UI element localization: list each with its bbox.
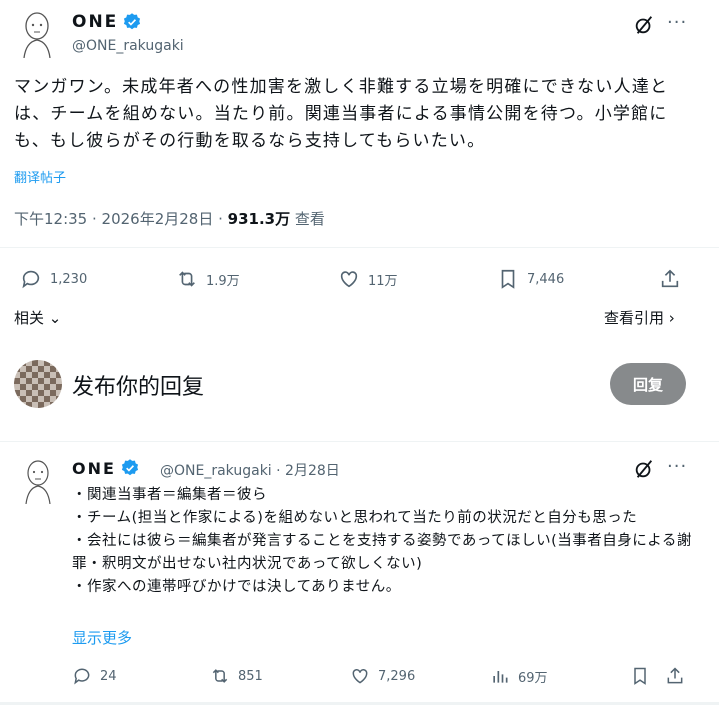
views-count: 931.3万 bbox=[227, 210, 291, 228]
reply-display-name[interactable]: ONE bbox=[72, 458, 140, 478]
timestamp-text[interactable]: 下午12:35 · 2026年2月28日 · bbox=[14, 210, 228, 228]
more-options-icon[interactable]: ··· bbox=[667, 12, 687, 33]
grok-icon[interactable] bbox=[633, 14, 655, 36]
grok-icon[interactable] bbox=[633, 458, 655, 480]
like-button[interactable]: 11万 bbox=[338, 268, 398, 290]
reply-icon bbox=[74, 668, 90, 685]
share-button[interactable] bbox=[665, 666, 685, 686]
bookmark-count: 7,446 bbox=[527, 271, 565, 287]
chevron-down-icon: ⌄ bbox=[44, 309, 62, 327]
user-avatar[interactable] bbox=[14, 360, 62, 408]
view-quotes-link[interactable]: 查看引用 › bbox=[604, 307, 675, 328]
tweet-text: マンガワン。未成年者への性加害を激しく非難する立場を明確にできない人達とは、チー… bbox=[14, 77, 669, 151]
bookmark-icon bbox=[501, 269, 515, 289]
reply-text: ・関連当事者＝編集者＝彼ら ・チーム(担当と作家による)を組めないと思われて当た… bbox=[72, 484, 692, 599]
reply-line: ・会社には彼ら＝編集者が発言することを支持する姿勢であってほしい(当事者自身によ… bbox=[72, 533, 692, 572]
like-count: 11万 bbox=[368, 273, 398, 289]
retweet-count: 851 bbox=[238, 668, 263, 684]
retweet-count: 1.9万 bbox=[206, 273, 240, 289]
like-count: 7,296 bbox=[378, 668, 416, 684]
submit-reply-button[interactable]: 回复 bbox=[610, 363, 686, 405]
bookmark-button[interactable] bbox=[630, 666, 650, 686]
divider bbox=[0, 247, 719, 248]
reply-line: ・作家への連帯呼びかけでは決してありません。 bbox=[72, 579, 401, 595]
show-more-link[interactable]: 显示更多 bbox=[72, 627, 132, 648]
reply-author-avatar[interactable] bbox=[18, 458, 58, 504]
tweet-timestamp[interactable]: 下午12:35 · 2026年2月28日 · 931.3万 查看 bbox=[14, 208, 325, 229]
reply-input[interactable]: 发布你的回复 bbox=[72, 369, 204, 401]
retweet-icon bbox=[212, 669, 228, 683]
view-quotes-label: 查看引用 bbox=[604, 309, 665, 327]
views-label: 查看 bbox=[290, 210, 325, 228]
more-options-icon[interactable]: ··· bbox=[667, 456, 687, 477]
display-name[interactable]: ONE bbox=[72, 12, 142, 32]
reply-line: ・関連当事者＝編集者＝彼ら bbox=[72, 487, 267, 503]
retweet-icon bbox=[179, 271, 195, 287]
reply-line: ・チーム(担当と作家による)を組めないと思われて当たり前の状況だと自分も思った bbox=[72, 510, 638, 526]
share-button[interactable] bbox=[659, 268, 681, 290]
retweet-button[interactable]: 1.9万 bbox=[176, 268, 240, 290]
reply-icon bbox=[22, 270, 40, 289]
heart-icon bbox=[352, 668, 368, 684]
translate-link[interactable]: 翻译帖子 bbox=[14, 167, 66, 186]
verified-badge-icon bbox=[121, 459, 139, 476]
divider bbox=[0, 441, 719, 442]
analytics-icon bbox=[493, 671, 508, 683]
related-label: 相关 bbox=[14, 309, 45, 327]
reply-button[interactable]: 1,230 bbox=[20, 268, 87, 290]
reply-count: 24 bbox=[100, 668, 117, 684]
share-icon bbox=[667, 667, 683, 684]
reply-count: 1,230 bbox=[50, 271, 88, 287]
reply-button[interactable]: 24 bbox=[72, 666, 117, 686]
reply-display-name-text[interactable]: ONE bbox=[72, 459, 116, 478]
heart-icon bbox=[340, 271, 358, 288]
related-dropdown[interactable]: 相关 ⌄ bbox=[14, 307, 61, 328]
retweet-button[interactable]: 851 bbox=[210, 666, 263, 686]
bookmark-icon bbox=[634, 667, 646, 685]
chevron-right-icon: › bbox=[664, 309, 675, 327]
views-count: 69万 bbox=[518, 670, 548, 686]
avatar[interactable] bbox=[16, 10, 58, 58]
views-button[interactable]: 69万 bbox=[490, 666, 548, 686]
bookmark-button[interactable]: 7,446 bbox=[497, 268, 564, 290]
verified-badge-icon bbox=[124, 13, 141, 30]
reply-meta[interactable]: @ONE_rakugaki · 2月28日 bbox=[160, 460, 340, 480]
share-icon bbox=[661, 269, 679, 288]
display-name-text[interactable]: ONE bbox=[72, 12, 118, 32]
like-button[interactable]: 7,296 bbox=[350, 666, 415, 686]
handle[interactable]: @ONE_rakugaki bbox=[72, 38, 184, 54]
